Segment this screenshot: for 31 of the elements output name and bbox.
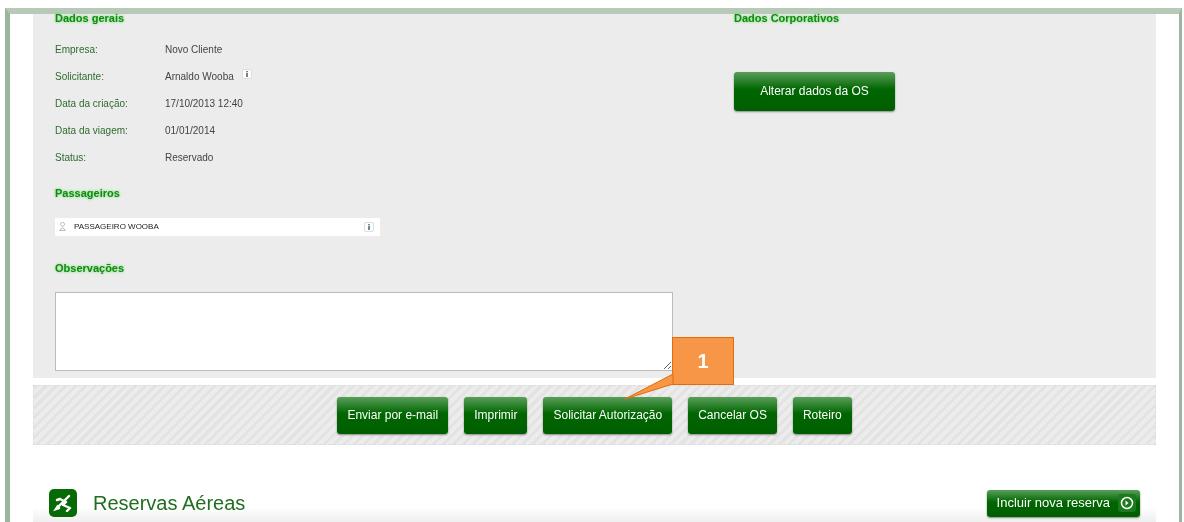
action-button[interactable]: Enviar por e-mail <box>337 396 449 434</box>
field-label: Data da criação: <box>55 97 129 111</box>
section-heading: Passageiros <box>55 186 121 201</box>
field-label: Status: <box>55 151 88 165</box>
field-label: Solicitante: <box>55 70 105 84</box>
field-value: Reservado <box>165 151 214 165</box>
section-heading: Dados Corporativos <box>734 11 841 26</box>
section-title: Reservas Aéreas <box>93 491 247 516</box>
action-button[interactable]: Cancelar OS <box>688 396 777 434</box>
arrow-circle-icon <box>1118 494 1136 512</box>
passenger-name: PASSAGEIRO WOOBA <box>74 220 160 233</box>
add-reservation-button[interactable]: Incluir nova reserva <box>986 489 1140 517</box>
edit-order-button[interactable]: Alterar dados da OS <box>734 71 895 111</box>
airplane-icon <box>49 489 77 517</box>
info-icon[interactable] <box>241 69 252 79</box>
action-button[interactable]: Roteiro <box>792 396 852 434</box>
action-button[interactable]: Imprimir <box>464 396 528 434</box>
field-label: Empresa: <box>55 43 99 57</box>
field-label: Data da viagem: <box>55 124 129 138</box>
section-heading: Dados gerais <box>55 11 126 26</box>
field-value: Arnaldo Wooba <box>165 70 234 84</box>
callout-badge: 1 <box>672 337 734 385</box>
person-icon <box>59 222 66 231</box>
field-value: 17/10/2013 12:40 <box>165 97 243 111</box>
field-value: Novo Cliente <box>165 43 223 57</box>
field-value: 01/01/2014 <box>165 124 216 138</box>
action-button[interactable]: Solicitar Autorização <box>543 396 673 434</box>
callout-pointer <box>624 373 674 400</box>
info-icon[interactable] <box>364 221 374 232</box>
passenger-row[interactable]: PASSAGEIRO WOOBA <box>55 217 380 236</box>
section-heading: Observações <box>55 260 126 276</box>
